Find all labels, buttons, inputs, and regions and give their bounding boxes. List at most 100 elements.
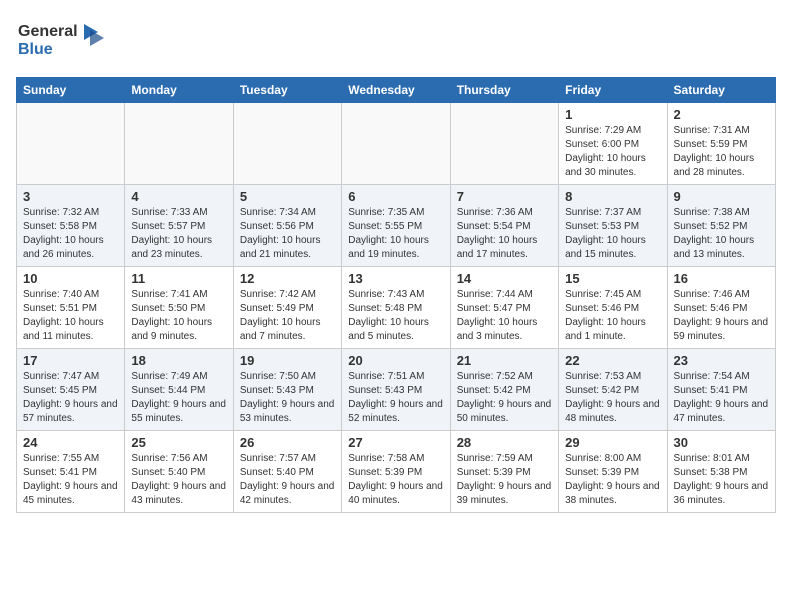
day-number: 3 <box>23 189 118 204</box>
day-number: 27 <box>348 435 443 450</box>
day-number: 29 <box>565 435 660 450</box>
col-header-monday: Monday <box>125 78 233 103</box>
day-cell: 12Sunrise: 7:42 AM Sunset: 5:49 PM Dayli… <box>233 267 341 349</box>
col-header-wednesday: Wednesday <box>342 78 450 103</box>
day-number: 21 <box>457 353 552 368</box>
week-row-2: 3 Sunrise: 7:32 AM Sunset: 5:58 PM Daylig… <box>17 185 776 267</box>
week-row-1: 1 Sunrise: 7:29 AM Sunset: 6:00 PM Daylig… <box>17 103 776 185</box>
day-number: 8 <box>565 189 660 204</box>
day-cell <box>342 103 450 185</box>
week-row-3: 10Sunrise: 7:40 AM Sunset: 5:51 PM Dayli… <box>17 267 776 349</box>
day-number: 14 <box>457 271 552 286</box>
svg-text:General: General <box>18 23 78 40</box>
day-cell: 5 Sunrise: 7:34 AM Sunset: 5:56 PM Daylig… <box>233 185 341 267</box>
day-info: Sunrise: 7:51 AM Sunset: 5:43 PM Dayligh… <box>348 370 443 426</box>
day-info: Sunrise: 7:55 AM Sunset: 5:41 PM Dayligh… <box>23 452 118 508</box>
day-info: Sunrise: 8:01 AM Sunset: 5:38 PM Dayligh… <box>674 452 769 508</box>
day-info: Sunrise: 7:57 AM Sunset: 5:40 PM Dayligh… <box>240 452 335 508</box>
day-info: Sunrise: 7:43 AM Sunset: 5:48 PM Dayligh… <box>348 288 443 344</box>
day-cell: 4Sunrise: 7:33 AM Sunset: 5:57 PM Daylig… <box>125 185 233 267</box>
day-number: 11 <box>131 271 226 286</box>
day-number: 10 <box>23 271 118 286</box>
svg-text:Blue: Blue <box>18 41 53 58</box>
col-header-thursday: Thursday <box>450 78 558 103</box>
day-cell: 2 Sunrise: 7:31 AM Sunset: 5:59 PM Daylig… <box>667 103 775 185</box>
day-cell: 17Sunrise: 7:47 AM Sunset: 5:45 PM Dayli… <box>17 349 125 431</box>
day-info: Sunrise: 7:42 AM Sunset: 5:49 PM Dayligh… <box>240 288 335 344</box>
logo: General Blue <box>16 16 106 65</box>
day-number: 7 <box>457 189 552 204</box>
week-row-5: 24 Sunrise: 7:55 AM Sunset: 5:41 PM Dayli… <box>17 431 776 513</box>
col-header-sunday: Sunday <box>17 78 125 103</box>
day-cell: 9 Sunrise: 7:38 AM Sunset: 5:52 PM Daylig… <box>667 185 775 267</box>
logo-text: General Blue <box>16 16 106 65</box>
day-cell: 28 Sunrise: 7:59 AM Sunset: 5:39 PM Dayli… <box>450 431 558 513</box>
col-header-friday: Friday <box>559 78 667 103</box>
day-cell: 25 Sunrise: 7:56 AM Sunset: 5:40 PM Dayli… <box>125 431 233 513</box>
day-info: Sunrise: 7:29 AM Sunset: 6:00 PM Dayligh… <box>565 124 660 180</box>
day-cell: 3 Sunrise: 7:32 AM Sunset: 5:58 PM Daylig… <box>17 185 125 267</box>
day-number: 2 <box>674 107 769 122</box>
day-cell: 6 Sunrise: 7:35 AM Sunset: 5:55 PM Daylig… <box>342 185 450 267</box>
day-cell <box>17 103 125 185</box>
day-info: Sunrise: 7:58 AM Sunset: 5:39 PM Dayligh… <box>348 452 443 508</box>
day-number: 13 <box>348 271 443 286</box>
day-info: Sunrise: 7:47 AM Sunset: 5:45 PM Dayligh… <box>23 370 118 426</box>
day-number: 26 <box>240 435 335 450</box>
day-number: 30 <box>674 435 769 450</box>
day-cell: 14 Sunrise: 7:44 AM Sunset: 5:47 PM Dayli… <box>450 267 558 349</box>
day-number: 28 <box>457 435 552 450</box>
day-info: Sunrise: 7:44 AM Sunset: 5:47 PM Dayligh… <box>457 288 552 344</box>
day-number: 16 <box>674 271 769 286</box>
day-cell: 30 Sunrise: 8:01 AM Sunset: 5:38 PM Dayli… <box>667 431 775 513</box>
week-row-4: 17Sunrise: 7:47 AM Sunset: 5:45 PM Dayli… <box>17 349 776 431</box>
day-info: Sunrise: 7:32 AM Sunset: 5:58 PM Dayligh… <box>23 206 118 262</box>
day-number: 5 <box>240 189 335 204</box>
day-cell: 23 Sunrise: 7:54 AM Sunset: 5:41 PM Dayli… <box>667 349 775 431</box>
day-cell: 16 Sunrise: 7:46 AM Sunset: 5:46 PM Dayli… <box>667 267 775 349</box>
day-cell: 18 Sunrise: 7:49 AM Sunset: 5:44 PM Dayli… <box>125 349 233 431</box>
day-info: Sunrise: 7:35 AM Sunset: 5:55 PM Dayligh… <box>348 206 443 262</box>
day-number: 20 <box>348 353 443 368</box>
col-header-tuesday: Tuesday <box>233 78 341 103</box>
day-cell: 29Sunrise: 8:00 AM Sunset: 5:39 PM Dayli… <box>559 431 667 513</box>
day-cell: 19 Sunrise: 7:50 AM Sunset: 5:43 PM Dayli… <box>233 349 341 431</box>
day-cell: 10Sunrise: 7:40 AM Sunset: 5:51 PM Dayli… <box>17 267 125 349</box>
day-cell: 21 Sunrise: 7:52 AM Sunset: 5:42 PM Dayli… <box>450 349 558 431</box>
day-cell: 13 Sunrise: 7:43 AM Sunset: 5:48 PM Dayli… <box>342 267 450 349</box>
day-info: Sunrise: 7:50 AM Sunset: 5:43 PM Dayligh… <box>240 370 335 426</box>
day-info: Sunrise: 7:53 AM Sunset: 5:42 PM Dayligh… <box>565 370 660 426</box>
header-row: SundayMondayTuesdayWednesdayThursdayFrid… <box>17 78 776 103</box>
day-cell: 1 Sunrise: 7:29 AM Sunset: 6:00 PM Daylig… <box>559 103 667 185</box>
day-number: 23 <box>674 353 769 368</box>
day-number: 6 <box>348 189 443 204</box>
day-info: Sunrise: 7:49 AM Sunset: 5:44 PM Dayligh… <box>131 370 226 426</box>
day-cell: 20 Sunrise: 7:51 AM Sunset: 5:43 PM Dayli… <box>342 349 450 431</box>
header: General Blue <box>16 16 776 65</box>
day-cell: 11Sunrise: 7:41 AM Sunset: 5:50 PM Dayli… <box>125 267 233 349</box>
day-info: Sunrise: 7:54 AM Sunset: 5:41 PM Dayligh… <box>674 370 769 426</box>
day-info: Sunrise: 7:59 AM Sunset: 5:39 PM Dayligh… <box>457 452 552 508</box>
day-number: 22 <box>565 353 660 368</box>
day-cell: 22 Sunrise: 7:53 AM Sunset: 5:42 PM Dayli… <box>559 349 667 431</box>
day-number: 1 <box>565 107 660 122</box>
day-info: Sunrise: 7:52 AM Sunset: 5:42 PM Dayligh… <box>457 370 552 426</box>
day-info: Sunrise: 7:33 AM Sunset: 5:57 PM Dayligh… <box>131 206 226 262</box>
day-info: Sunrise: 7:36 AM Sunset: 5:54 PM Dayligh… <box>457 206 552 262</box>
page: General Blue SundayMondayTuesdayWednesda… <box>0 0 792 529</box>
day-number: 24 <box>23 435 118 450</box>
day-number: 9 <box>674 189 769 204</box>
day-cell: 24 Sunrise: 7:55 AM Sunset: 5:41 PM Dayli… <box>17 431 125 513</box>
day-info: Sunrise: 7:31 AM Sunset: 5:59 PM Dayligh… <box>674 124 769 180</box>
day-info: Sunrise: 7:38 AM Sunset: 5:52 PM Dayligh… <box>674 206 769 262</box>
day-info: Sunrise: 7:56 AM Sunset: 5:40 PM Dayligh… <box>131 452 226 508</box>
day-cell: 15Sunrise: 7:45 AM Sunset: 5:46 PM Dayli… <box>559 267 667 349</box>
day-info: Sunrise: 7:46 AM Sunset: 5:46 PM Dayligh… <box>674 288 769 344</box>
day-info: Sunrise: 7:34 AM Sunset: 5:56 PM Dayligh… <box>240 206 335 262</box>
day-info: Sunrise: 7:37 AM Sunset: 5:53 PM Dayligh… <box>565 206 660 262</box>
day-cell: 26 Sunrise: 7:57 AM Sunset: 5:40 PM Dayli… <box>233 431 341 513</box>
col-header-saturday: Saturday <box>667 78 775 103</box>
day-number: 19 <box>240 353 335 368</box>
day-number: 25 <box>131 435 226 450</box>
day-number: 18 <box>131 353 226 368</box>
